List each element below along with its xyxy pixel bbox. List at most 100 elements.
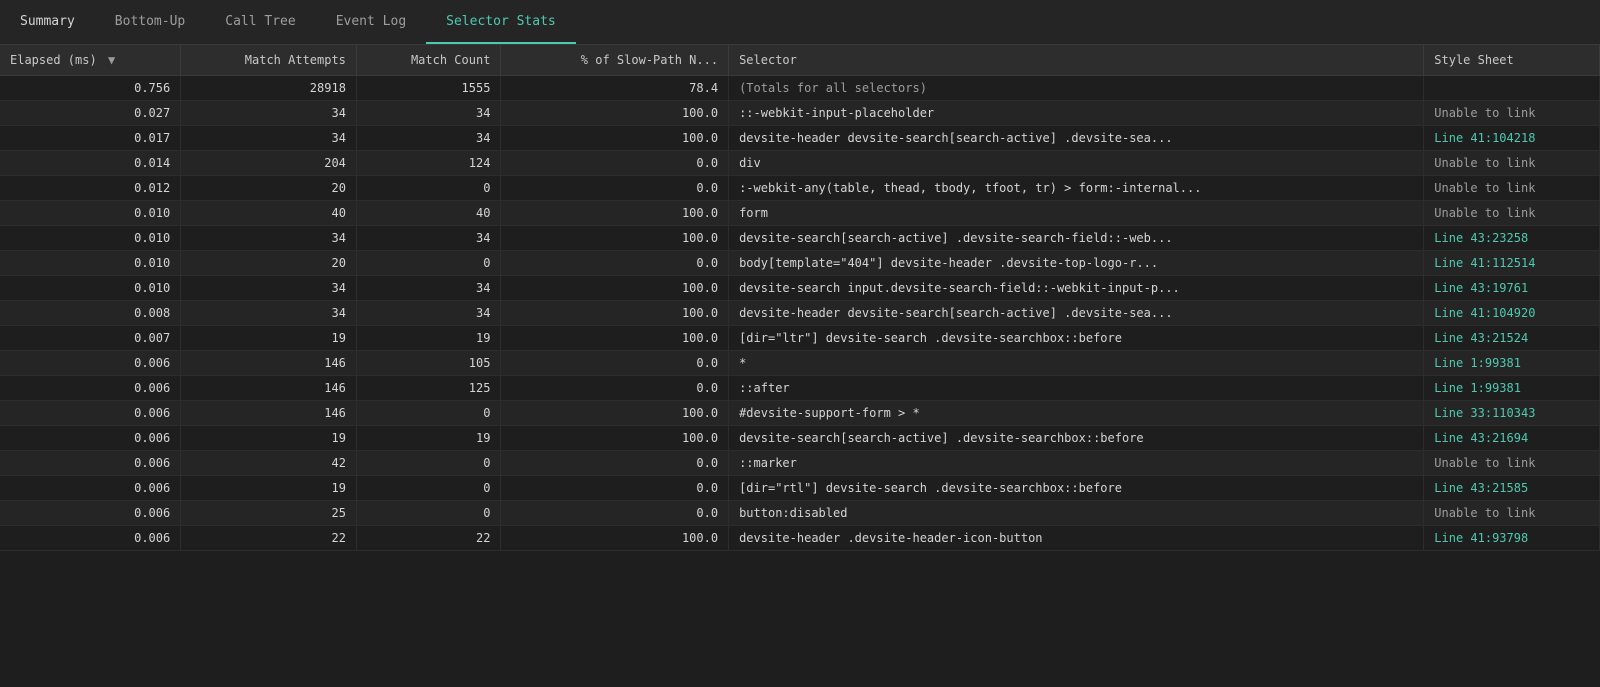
stylesheet-unable: Unable to link: [1434, 181, 1535, 195]
cell-match-count: 34: [356, 276, 501, 301]
cell-slow-path: 0.0: [501, 351, 729, 376]
cell-match-count: 105: [356, 351, 501, 376]
cell-stylesheet[interactable]: Line 43:21585: [1424, 476, 1600, 501]
table-row[interactable]: 0.0062500.0button:disabledUnable to link: [0, 501, 1600, 526]
cell-match-count: 22: [356, 526, 501, 551]
cell-elapsed: 0.007: [0, 326, 181, 351]
stylesheet-link[interactable]: Line 43:21524: [1434, 331, 1528, 345]
stylesheet-unable: Unable to link: [1434, 456, 1535, 470]
cell-match-attempts: 20: [181, 251, 357, 276]
stylesheet-link[interactable]: Line 41:93798: [1434, 531, 1528, 545]
table-row[interactable]: 0.0061919100.0devsite-search[search-acti…: [0, 426, 1600, 451]
tab-event-log[interactable]: Event Log: [316, 0, 426, 44]
stylesheet-link[interactable]: Line 33:110343: [1434, 406, 1535, 420]
table-body: 0.75628918155578.4(Totals for all select…: [0, 76, 1600, 551]
table-row[interactable]: 0.0061461250.0::afterLine 1:99381: [0, 376, 1600, 401]
col-stylesheet[interactable]: Style Sheet: [1424, 45, 1600, 76]
tab-selector-stats[interactable]: Selector Stats: [426, 0, 576, 44]
cell-stylesheet: Unable to link: [1424, 451, 1600, 476]
cell-selector: devsite-search[search-active] .devsite-s…: [729, 426, 1424, 451]
cell-match-count: 34: [356, 226, 501, 251]
cell-match-count: 125: [356, 376, 501, 401]
stylesheet-link[interactable]: Line 41:112514: [1434, 256, 1535, 270]
table-row[interactable]: 0.0102000.0body[template="404"] devsite-…: [0, 251, 1600, 276]
cell-match-attempts: 22: [181, 526, 357, 551]
stylesheet-link[interactable]: Line 43:21585: [1434, 481, 1528, 495]
cell-slow-path: 100.0: [501, 426, 729, 451]
stylesheet-link[interactable]: Line 43:21694: [1434, 431, 1528, 445]
cell-elapsed: 0.012: [0, 176, 181, 201]
cell-match-attempts: 25: [181, 501, 357, 526]
tab-summary[interactable]: Summary: [0, 0, 95, 44]
col-match-count[interactable]: Match Count: [356, 45, 501, 76]
col-match-attempts[interactable]: Match Attempts: [181, 45, 357, 76]
cell-stylesheet[interactable]: Line 43:21694: [1424, 426, 1600, 451]
cell-match-attempts: 20: [181, 176, 357, 201]
cell-match-attempts: 19: [181, 326, 357, 351]
cell-match-attempts: 40: [181, 201, 357, 226]
cell-stylesheet[interactable]: Line 43:19761: [1424, 276, 1600, 301]
table-row[interactable]: 0.0273434100.0::-webkit-input-placeholde…: [0, 101, 1600, 126]
cell-match-attempts: 146: [181, 401, 357, 426]
cell-match-count: 0: [356, 501, 501, 526]
table-row[interactable]: 0.0062222100.0devsite-header .devsite-he…: [0, 526, 1600, 551]
cell-selector: devsite-search input.devsite-search-fiel…: [729, 276, 1424, 301]
cell-stylesheet[interactable]: Line 41:93798: [1424, 526, 1600, 551]
col-elapsed[interactable]: Elapsed (ms) ▼: [0, 45, 181, 76]
table-row[interactable]: 0.0104040100.0formUnable to link: [0, 201, 1600, 226]
table-row[interactable]: 0.0103434100.0devsite-search[search-acti…: [0, 226, 1600, 251]
cell-match-count: 0: [356, 476, 501, 501]
cell-stylesheet[interactable]: Line 41:104218: [1424, 126, 1600, 151]
cell-elapsed: 0.006: [0, 351, 181, 376]
cell-match-count: 0: [356, 451, 501, 476]
stylesheet-link[interactable]: Line 43:19761: [1434, 281, 1528, 295]
cell-stylesheet[interactable]: Line 1:99381: [1424, 351, 1600, 376]
cell-selector: div: [729, 151, 1424, 176]
stylesheet-unable: Unable to link: [1434, 156, 1535, 170]
stylesheet-link[interactable]: Line 41:104218: [1434, 131, 1535, 145]
cell-selector: ::after: [729, 376, 1424, 401]
tab-bottom-up[interactable]: Bottom-Up: [95, 0, 205, 44]
cell-elapsed: 0.027: [0, 101, 181, 126]
cell-elapsed: 0.010: [0, 276, 181, 301]
cell-match-count: 1555: [356, 76, 501, 101]
cell-match-count: 34: [356, 101, 501, 126]
table-row[interactable]: 0.75628918155578.4(Totals for all select…: [0, 76, 1600, 101]
tab-call-tree[interactable]: Call Tree: [205, 0, 315, 44]
cell-elapsed: 0.010: [0, 201, 181, 226]
table-row[interactable]: 0.0064200.0::markerUnable to link: [0, 451, 1600, 476]
stylesheet-link[interactable]: Line 41:104920: [1434, 306, 1535, 320]
table-row[interactable]: 0.0122000.0:-webkit-any(table, thead, tb…: [0, 176, 1600, 201]
cell-elapsed: 0.017: [0, 126, 181, 151]
table-row[interactable]: 0.0061900.0[dir="rtl"] devsite-search .d…: [0, 476, 1600, 501]
cell-elapsed: 0.014: [0, 151, 181, 176]
cell-slow-path: 100.0: [501, 326, 729, 351]
table-row[interactable]: 0.0071919100.0[dir="ltr"] devsite-search…: [0, 326, 1600, 351]
cell-elapsed: 0.006: [0, 426, 181, 451]
stylesheet-link[interactable]: Line 43:23258: [1434, 231, 1528, 245]
col-slow-path[interactable]: % of Slow-Path N...: [501, 45, 729, 76]
cell-stylesheet[interactable]: Line 41:104920: [1424, 301, 1600, 326]
cell-slow-path: 100.0: [501, 201, 729, 226]
table-row[interactable]: 0.0061461050.0*Line 1:99381: [0, 351, 1600, 376]
cell-slow-path: 0.0: [501, 376, 729, 401]
cell-match-count: 34: [356, 301, 501, 326]
cell-stylesheet[interactable]: Line 33:110343: [1424, 401, 1600, 426]
cell-stylesheet[interactable]: Line 43:21524: [1424, 326, 1600, 351]
col-selector[interactable]: Selector: [729, 45, 1424, 76]
cell-stylesheet[interactable]: Line 43:23258: [1424, 226, 1600, 251]
stylesheet-unable: Unable to link: [1434, 206, 1535, 220]
stylesheet-link[interactable]: Line 1:99381: [1434, 381, 1521, 395]
cell-stylesheet[interactable]: Line 41:112514: [1424, 251, 1600, 276]
stylesheet-link[interactable]: Line 1:99381: [1434, 356, 1521, 370]
cell-stylesheet[interactable]: Line 1:99381: [1424, 376, 1600, 401]
stylesheet-unable: Unable to link: [1434, 506, 1535, 520]
table-row[interactable]: 0.0061460100.0#devsite-support-form > *L…: [0, 401, 1600, 426]
cell-match-count: 34: [356, 126, 501, 151]
table-row[interactable]: 0.0103434100.0devsite-search input.devsi…: [0, 276, 1600, 301]
table-row[interactable]: 0.0083434100.0devsite-header devsite-sea…: [0, 301, 1600, 326]
cell-match-count: 40: [356, 201, 501, 226]
cell-selector: devsite-header .devsite-header-icon-butt…: [729, 526, 1424, 551]
table-row[interactable]: 0.0173434100.0devsite-header devsite-sea…: [0, 126, 1600, 151]
table-row[interactable]: 0.0142041240.0divUnable to link: [0, 151, 1600, 176]
